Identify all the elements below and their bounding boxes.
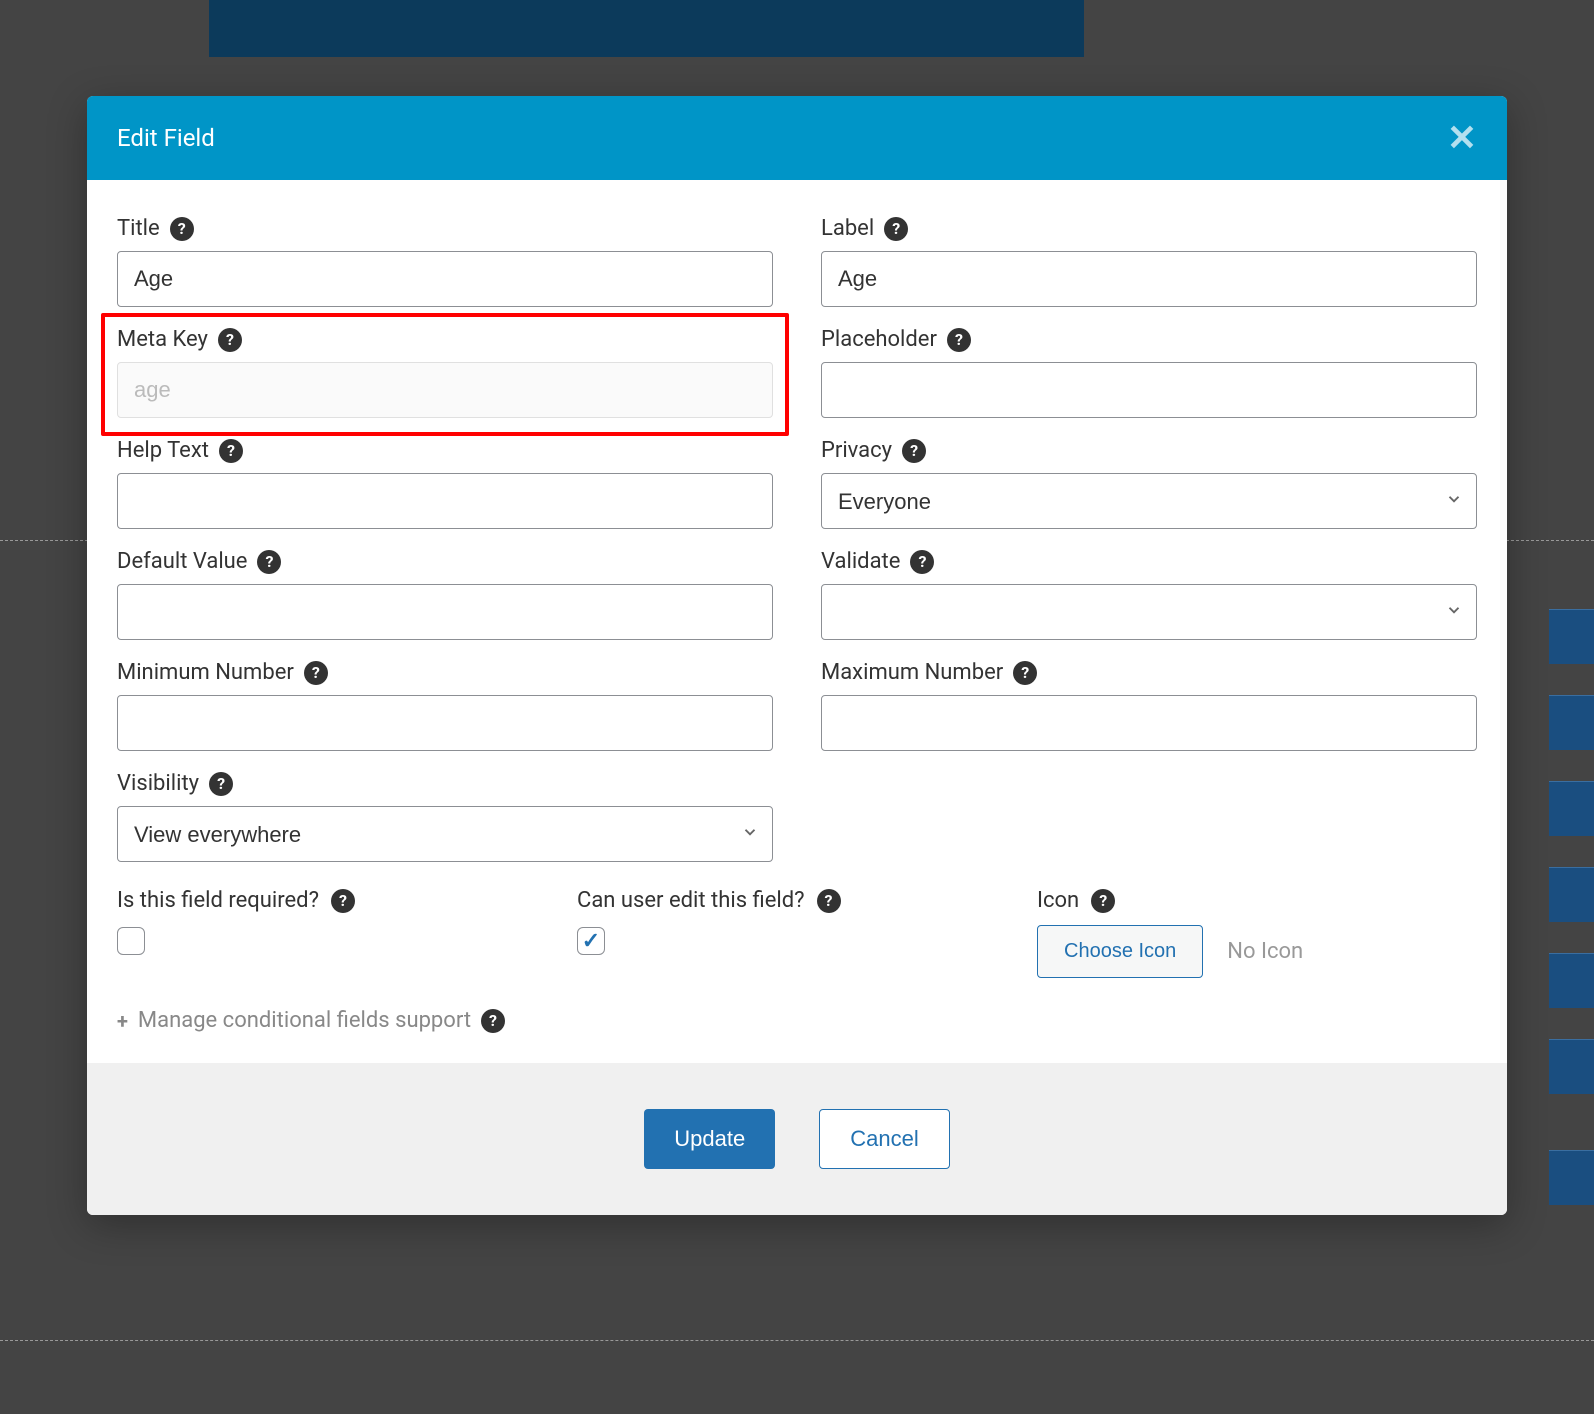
help-text-label: Help Text ? [117,438,773,463]
field-editable: Can user edit this field? ? [577,888,1017,978]
validate-label-text: Validate [821,549,900,574]
update-button[interactable]: Update [644,1109,775,1169]
conditional-label: Manage conditional fields support [138,1008,471,1033]
title-label: Title ? [117,216,773,241]
modal-title: Edit Field [117,124,215,152]
maximum-number-label-text: Maximum Number [821,660,1003,685]
required-checkbox[interactable] [117,927,145,955]
help-icon[interactable]: ? [481,1009,505,1033]
help-icon[interactable]: ? [1013,661,1037,685]
help-icon[interactable]: ? [817,889,841,913]
no-icon-text: No Icon [1227,939,1303,964]
visibility-label-text: Visibility [117,771,199,796]
privacy-select-wrapper: Everyone [821,473,1477,529]
cancel-button[interactable]: Cancel [819,1109,949,1169]
choose-icon-button[interactable]: Choose Icon [1037,925,1203,978]
placeholder-label: Placeholder ? [821,327,1477,352]
field-title: Title ? [117,216,773,307]
visibility-select-wrapper: View everywhere [117,806,773,862]
editable-label: Can user edit this field? ? [577,888,1017,913]
field-maximum-number: Maximum Number ? [821,660,1477,751]
help-text-input[interactable] [117,473,773,529]
editable-checkbox[interactable] [577,927,605,955]
field-validate: Validate ? [821,549,1477,640]
help-text-label-text: Help Text [117,438,209,463]
icon-label-text: Icon [1037,888,1079,913]
minimum-number-label: Minimum Number ? [117,660,773,685]
plus-icon: + [117,1009,128,1033]
visibility-label: Visibility ? [117,771,773,796]
title-label-text: Title [117,216,160,241]
field-meta-key: Meta Key ? [117,327,773,418]
label-label: Label ? [821,216,1477,241]
required-label: Is this field required? ? [117,888,557,913]
edit-field-modal: Edit Field ✕ Title ? Label [87,96,1507,1215]
visibility-row: Visibility ? View everywhere [117,771,1477,862]
help-icon[interactable]: ? [209,772,233,796]
modal-overlay: Edit Field ✕ Title ? Label [0,0,1594,1414]
label-input[interactable] [821,251,1477,307]
field-visibility: Visibility ? View everywhere [117,771,773,862]
field-placeholder: Placeholder ? [821,327,1477,418]
placeholder-input[interactable] [821,362,1477,418]
help-icon[interactable]: ? [947,328,971,352]
validate-select[interactable] [821,584,1477,640]
field-privacy: Privacy ? Everyone [821,438,1477,529]
default-value-input[interactable] [117,584,773,640]
meta-key-input[interactable] [117,362,773,418]
title-input[interactable] [117,251,773,307]
default-value-label-text: Default Value [117,549,247,574]
validate-label: Validate ? [821,549,1477,574]
help-icon[interactable]: ? [884,217,908,241]
label-label-text: Label [821,216,874,241]
meta-key-label: Meta Key ? [117,327,773,352]
modal-header: Edit Field ✕ [87,96,1507,180]
empty-cell [821,771,1477,862]
field-help-text: Help Text ? [117,438,773,529]
privacy-select[interactable]: Everyone [821,473,1477,529]
visibility-select[interactable]: View everywhere [117,806,773,862]
modal-body: Title ? Label ? [87,180,1507,1063]
help-icon[interactable]: ? [219,439,243,463]
maximum-number-label: Maximum Number ? [821,660,1477,685]
form-grid: Title ? Label ? [117,216,1477,751]
close-icon[interactable]: ✕ [1447,120,1477,156]
meta-key-label-text: Meta Key [117,327,208,352]
help-icon[interactable]: ? [331,889,355,913]
field-default-value: Default Value ? [117,549,773,640]
field-minimum-number: Minimum Number ? [117,660,773,751]
help-icon[interactable]: ? [304,661,328,685]
field-required: Is this field required? ? [117,888,557,978]
validate-select-wrapper [821,584,1477,640]
field-icon: Icon ? Choose Icon No Icon [1037,888,1477,978]
help-icon[interactable]: ? [1091,889,1115,913]
minimum-number-label-text: Minimum Number [117,660,294,685]
help-icon[interactable]: ? [257,550,281,574]
modal-footer: Update Cancel [87,1063,1507,1215]
editable-label-text: Can user edit this field? [577,888,805,913]
minimum-number-input[interactable] [117,695,773,751]
default-value-label: Default Value ? [117,549,773,574]
conditional-fields-toggle[interactable]: + Manage conditional fields support ? [117,1008,1477,1033]
help-icon[interactable]: ? [902,439,926,463]
icon-controls: Choose Icon No Icon [1037,925,1477,978]
privacy-label-text: Privacy [821,438,892,463]
meta-key-highlight: Meta Key ? [101,313,789,436]
required-label-text: Is this field required? [117,888,319,913]
privacy-label: Privacy ? [821,438,1477,463]
icon-label: Icon ? [1037,888,1477,913]
field-label: Label ? [821,216,1477,307]
help-icon[interactable]: ? [218,328,242,352]
help-icon[interactable]: ? [910,550,934,574]
checkbox-row: Is this field required? ? Can user edit … [117,888,1477,978]
help-icon[interactable]: ? [170,217,194,241]
placeholder-label-text: Placeholder [821,327,937,352]
maximum-number-input[interactable] [821,695,1477,751]
